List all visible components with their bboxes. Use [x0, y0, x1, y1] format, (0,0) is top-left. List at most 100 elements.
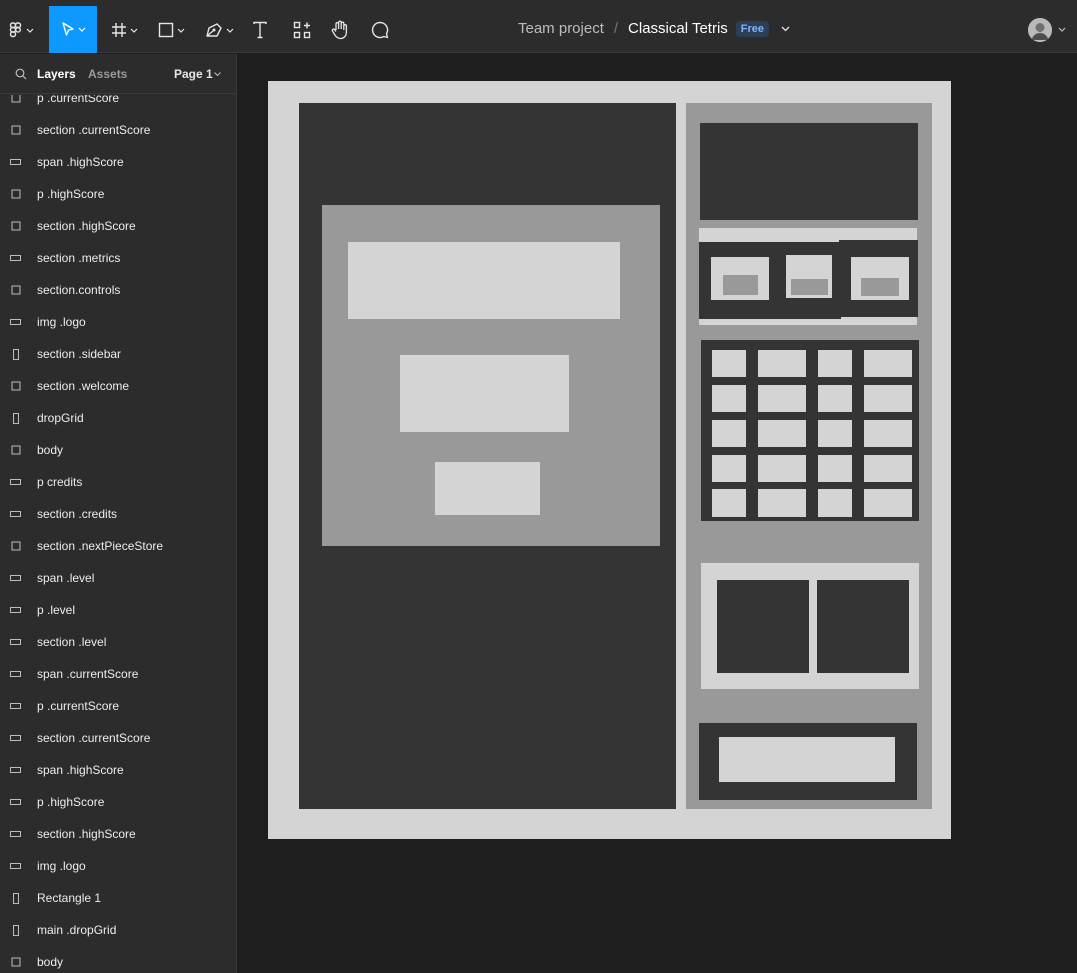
- control-key-block[interactable]: [712, 350, 746, 377]
- welcome-text-block[interactable]: [400, 355, 569, 432]
- layer-row[interactable]: section .highScore: [0, 210, 236, 242]
- control-key-block[interactable]: [864, 420, 912, 447]
- next-piece-slot-1[interactable]: [717, 580, 809, 673]
- layer-label: dropGrid: [37, 411, 84, 425]
- chevron-down-icon: [177, 28, 185, 33]
- control-key-block[interactable]: [712, 385, 746, 412]
- control-key-block[interactable]: [864, 489, 912, 517]
- layer-row[interactable]: p .currentScore: [0, 95, 236, 114]
- layer-row[interactable]: section .nextPieceStore: [0, 530, 236, 562]
- layer-row[interactable]: p .highScore: [0, 178, 236, 210]
- control-key-block[interactable]: [818, 489, 852, 517]
- shape-tool-button[interactable]: [158, 6, 185, 54]
- layer-row[interactable]: p .highScore: [0, 786, 236, 818]
- layer-row[interactable]: span .highScore: [0, 146, 236, 178]
- toolbar: Team project / Classical Tetris Free: [0, 0, 1077, 53]
- move-tool-button[interactable]: [49, 6, 97, 53]
- control-key-block[interactable]: [818, 420, 852, 447]
- layer-row[interactable]: section .sidebar: [0, 338, 236, 370]
- layer-row[interactable]: body: [0, 946, 236, 973]
- layer-row[interactable]: span .highScore: [0, 754, 236, 786]
- high-score-value[interactable]: [723, 275, 758, 295]
- tab-assets[interactable]: Assets: [88, 67, 127, 81]
- layer-label: p .currentScore: [37, 699, 120, 713]
- control-key-block[interactable]: [758, 350, 806, 377]
- control-key-block[interactable]: [758, 489, 806, 517]
- control-key-block[interactable]: [864, 455, 912, 482]
- figma-logo-icon: [9, 22, 23, 38]
- layer-row[interactable]: p credits: [0, 466, 236, 498]
- design-canvas[interactable]: [238, 54, 1077, 973]
- layer-row[interactable]: span .currentScore: [0, 658, 236, 690]
- rect-layer-icon: [0, 703, 37, 709]
- credits-text-block[interactable]: [719, 737, 895, 782]
- plan-badge: Free: [735, 20, 770, 37]
- hand-tool-button[interactable]: [331, 6, 349, 54]
- layer-row[interactable]: span .level: [0, 562, 236, 594]
- control-key-block[interactable]: [818, 455, 852, 482]
- layer-row[interactable]: dropGrid: [0, 402, 236, 434]
- layer-row[interactable]: p .level: [0, 594, 236, 626]
- frame-layer-icon: [0, 445, 37, 455]
- rect-layer-icon: [0, 575, 37, 581]
- welcome-button-block[interactable]: [435, 462, 540, 515]
- layer-row[interactable]: section .credits: [0, 498, 236, 530]
- layer-row[interactable]: Rectangle 1: [0, 882, 236, 914]
- layer-row[interactable]: main .dropGrid: [0, 914, 236, 946]
- control-key-block[interactable]: [712, 489, 746, 517]
- layer-row[interactable]: body: [0, 434, 236, 466]
- layer-row[interactable]: section .welcome: [0, 370, 236, 402]
- logo-block[interactable]: [700, 123, 918, 220]
- layer-row[interactable]: section .level: [0, 626, 236, 658]
- resources-tool-button[interactable]: [293, 6, 311, 54]
- control-key-block[interactable]: [818, 350, 852, 377]
- chevron-down-icon[interactable]: [1058, 27, 1066, 32]
- control-key-block[interactable]: [758, 455, 806, 482]
- tab-layers[interactable]: Layers: [37, 67, 76, 81]
- control-key-block[interactable]: [758, 385, 806, 412]
- project-name[interactable]: Team project: [518, 20, 604, 37]
- welcome-logo-block[interactable]: [348, 242, 620, 319]
- layer-label: p .level: [37, 603, 76, 617]
- file-name[interactable]: Classical Tetris: [628, 20, 728, 37]
- layer-row[interactable]: img .logo: [0, 306, 236, 338]
- control-key-block[interactable]: [864, 385, 912, 412]
- layer-row[interactable]: section .highScore: [0, 818, 236, 850]
- control-key-block[interactable]: [712, 455, 746, 482]
- hand-icon: [331, 20, 348, 40]
- tall-rect-layer-icon: [0, 892, 37, 904]
- layer-row[interactable]: p .currentScore: [0, 690, 236, 722]
- search-icon[interactable]: [15, 68, 27, 80]
- chevron-down-icon: [26, 28, 34, 33]
- breadcrumb-separator: /: [613, 20, 619, 37]
- pen-tool-button[interactable]: [205, 6, 234, 54]
- main-menu-button[interactable]: [9, 6, 34, 54]
- frame-tool-button[interactable]: [111, 6, 138, 54]
- layer-label: span .level: [37, 571, 95, 585]
- current-score-value[interactable]: [791, 279, 828, 295]
- layer-row[interactable]: section.controls: [0, 274, 236, 306]
- comment-tool-button[interactable]: [371, 6, 389, 54]
- control-key-block[interactable]: [864, 350, 912, 377]
- control-key-block[interactable]: [758, 420, 806, 447]
- text-tool-button[interactable]: [252, 6, 268, 54]
- file-menu-chevron-icon[interactable]: [781, 26, 790, 32]
- next-piece-slot-2[interactable]: [817, 580, 909, 673]
- layer-label: main .dropGrid: [37, 923, 117, 937]
- layer-label: section.controls: [37, 283, 121, 297]
- level-value[interactable]: [861, 278, 899, 296]
- layer-row[interactable]: section .currentScore: [0, 114, 236, 146]
- frame-layer-icon: [0, 125, 37, 135]
- frame-layer-icon: [0, 221, 37, 231]
- rect-layer-icon: [0, 639, 37, 645]
- file-title: Team project / Classical Tetris Free: [518, 20, 790, 37]
- layer-row[interactable]: section .currentScore: [0, 722, 236, 754]
- layer-row[interactable]: img .logo: [0, 850, 236, 882]
- chevron-down-icon[interactable]: [214, 72, 221, 76]
- control-key-block[interactable]: [818, 385, 852, 412]
- layer-row[interactable]: section .metrics: [0, 242, 236, 274]
- control-key-block[interactable]: [712, 420, 746, 447]
- page-selector[interactable]: Page 1: [174, 67, 213, 81]
- rect-layer-icon: [0, 319, 37, 325]
- avatar[interactable]: [1028, 18, 1052, 42]
